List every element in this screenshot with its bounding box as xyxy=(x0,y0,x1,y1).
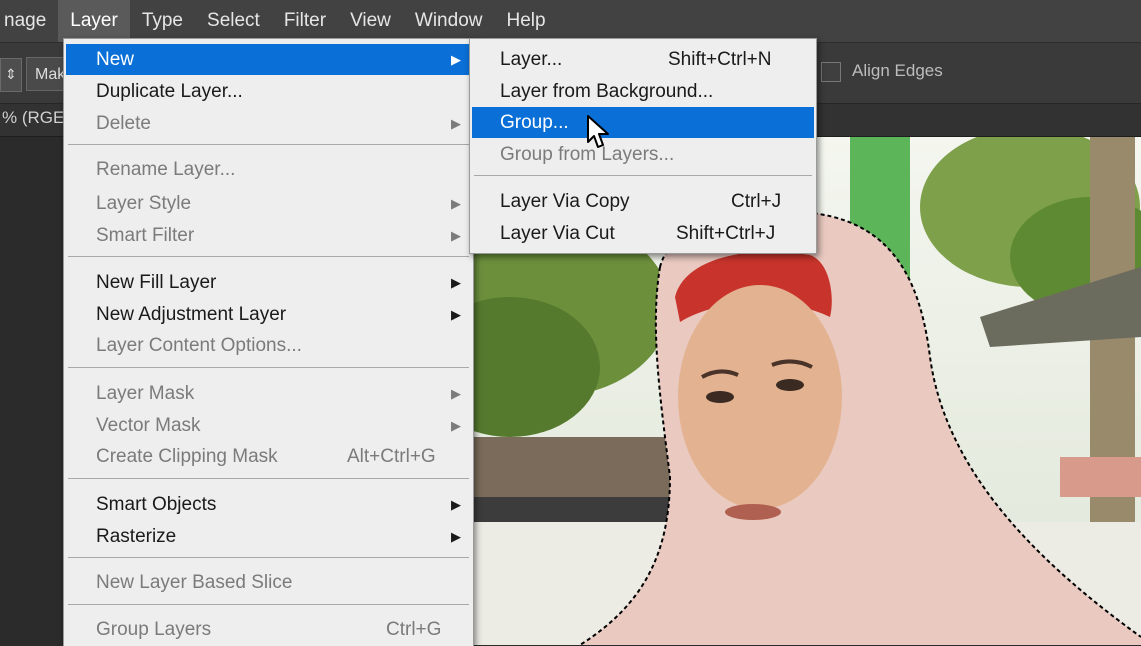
submenu-item-layer-via-cut[interactable]: Layer Via Cut Shift+Ctrl+J xyxy=(472,218,814,249)
make-button[interactable]: Mak xyxy=(26,57,66,91)
menu-help[interactable]: Help xyxy=(494,0,557,42)
menu-item-label: Layer Via Copy xyxy=(500,191,630,212)
menu-separator xyxy=(68,478,469,479)
menu-separator xyxy=(68,604,469,605)
menu-item-layer-style[interactable]: Layer Style ▶ xyxy=(66,188,471,219)
menu-item-label: Rasterize xyxy=(96,526,177,547)
pointer-cursor-icon xyxy=(587,115,609,148)
menu-item-layer-mask[interactable]: Layer Mask ▶ xyxy=(66,378,471,409)
menu-item-label: Layer Content Options... xyxy=(96,335,302,356)
menu-item-label: Vector Mask xyxy=(96,415,201,436)
menu-item-label: Create Clipping Mask xyxy=(96,446,278,467)
menu-window[interactable]: Window xyxy=(403,0,495,42)
submenu-arrow-icon: ▶ xyxy=(451,529,461,544)
submenu-item-layer-via-copy[interactable]: Layer Via Copy Ctrl+J xyxy=(472,186,814,217)
menu-item-shortcut: Shift+Ctrl+J xyxy=(676,223,776,244)
menu-item-shortcut: Shift+Ctrl+N xyxy=(668,49,772,70)
menu-item-smart-filter[interactable]: Smart Filter ▶ xyxy=(66,220,471,251)
menu-item-new-adjustment-layer[interactable]: New Adjustment Layer ▶ xyxy=(66,299,471,330)
menu-item-delete[interactable]: Delete ▶ xyxy=(66,108,471,139)
submenu-item-layer[interactable]: Layer... Shift+Ctrl+N xyxy=(472,44,814,75)
menu-item-label: New xyxy=(96,49,135,70)
menu-separator xyxy=(474,175,812,176)
menu-separator xyxy=(68,557,469,558)
menu-separator xyxy=(68,367,469,368)
menu-layer[interactable]: Layer xyxy=(58,0,130,42)
menu-item-group-layers[interactable]: Group Layers Ctrl+G xyxy=(66,614,471,645)
menu-item-label: New Fill Layer xyxy=(96,272,217,293)
menu-item-shortcut: Ctrl+G xyxy=(386,619,442,640)
menu-item-label: Layer Via Cut xyxy=(500,223,615,244)
document-tab[interactable]: % (RGE xyxy=(2,108,64,128)
menu-item-shortcut: Ctrl+J xyxy=(731,191,782,212)
submenu-arrow-icon: ▶ xyxy=(451,418,461,433)
submenu-arrow-icon: ▶ xyxy=(451,307,461,322)
menu-item-label: Duplicate Layer... xyxy=(96,81,243,102)
align-edges-label: Align Edges xyxy=(852,61,943,80)
menu-item-label: Smart Filter xyxy=(96,225,195,246)
align-edges-checkbox[interactable] xyxy=(821,62,841,82)
menu-item-label: Smart Objects xyxy=(96,494,217,515)
menu-separator xyxy=(68,144,469,145)
menu-item-new-layer-based-slice[interactable]: New Layer Based Slice xyxy=(66,567,471,598)
menu-type[interactable]: Type xyxy=(130,0,195,42)
new-submenu: Layer... Shift+Ctrl+N Layer from Backgro… xyxy=(469,38,817,254)
menu-filter[interactable]: Filter xyxy=(272,0,338,42)
menu-item-label: Layer Mask xyxy=(96,383,195,404)
submenu-arrow-icon: ▶ xyxy=(451,228,461,243)
menu-separator xyxy=(68,256,469,257)
submenu-item-group[interactable]: Group... xyxy=(472,107,814,138)
menu-item-vector-mask[interactable]: Vector Mask ▶ xyxy=(66,410,471,441)
menu-select[interactable]: Select xyxy=(195,0,272,42)
submenu-item-layer-from-background[interactable]: Layer from Background... xyxy=(472,76,814,107)
menu-item-layer-content-options[interactable]: Layer Content Options... xyxy=(66,330,471,361)
menu-image[interactable]: nage xyxy=(0,0,58,42)
menu-item-label: Layer Style xyxy=(96,193,192,214)
menu-item-rename-layer[interactable]: Rename Layer... xyxy=(66,154,471,185)
menu-item-duplicate-layer[interactable]: Duplicate Layer... xyxy=(66,76,471,107)
spinner-icon[interactable]: ⇕ xyxy=(0,58,22,92)
menu-item-label: Group Layers xyxy=(96,619,212,640)
menu-item-new-fill-layer[interactable]: New Fill Layer ▶ xyxy=(66,267,471,298)
menu-view[interactable]: View xyxy=(338,0,403,42)
menu-item-label: Layer from Background... xyxy=(500,81,714,102)
menu-item-new[interactable]: New ▶ xyxy=(66,44,471,75)
menu-item-label: Group... xyxy=(500,112,569,133)
menu-item-create-clipping-mask[interactable]: Create Clipping Mask Alt+Ctrl+G xyxy=(66,441,471,472)
layer-menu: New ▶ Duplicate Layer... Delete ▶ Rename… xyxy=(63,38,474,646)
menu-item-label: New Layer Based Slice xyxy=(96,572,293,593)
menu-item-smart-objects[interactable]: Smart Objects ▶ xyxy=(66,489,471,520)
menu-item-label: New Adjustment Layer xyxy=(96,304,287,325)
submenu-arrow-icon: ▶ xyxy=(451,386,461,401)
menu-bar: nage Layer Type Select Filter View Windo… xyxy=(0,0,1141,43)
menu-item-label: Rename Layer... xyxy=(96,159,236,180)
submenu-item-group-from-layers[interactable]: Group from Layers... xyxy=(472,139,814,170)
submenu-arrow-icon: ▶ xyxy=(451,275,461,290)
submenu-arrow-icon: ▶ xyxy=(451,497,461,512)
menu-item-shortcut: Alt+Ctrl+G xyxy=(347,446,436,467)
submenu-arrow-icon: ▶ xyxy=(451,196,461,211)
menu-item-label: Delete xyxy=(96,113,151,134)
submenu-arrow-icon: ▶ xyxy=(451,52,461,67)
menu-item-rasterize[interactable]: Rasterize ▶ xyxy=(66,521,471,552)
submenu-arrow-icon: ▶ xyxy=(451,116,461,131)
menu-item-label: Layer... xyxy=(500,49,563,70)
